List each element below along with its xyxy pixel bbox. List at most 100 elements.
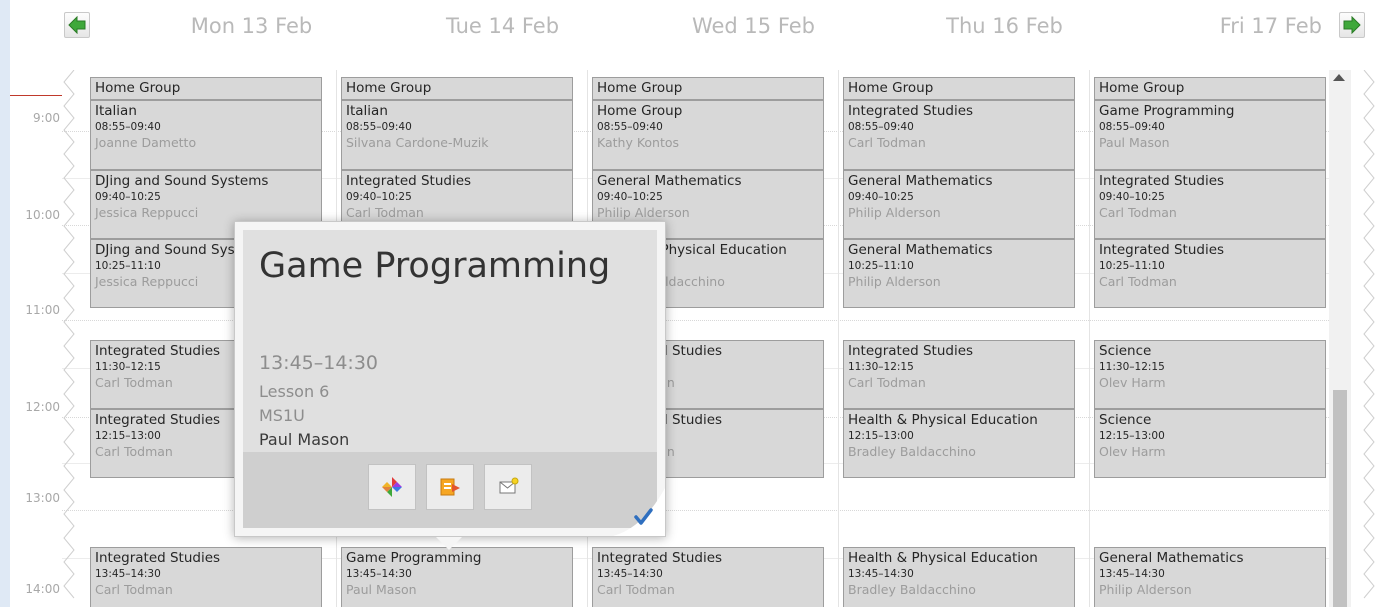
lesson-teacher: Carl Todman <box>597 582 675 597</box>
lesson-teacher: Jessica Reppucci <box>95 205 199 220</box>
left-arrow-icon <box>68 16 86 34</box>
lesson-subject: Game Programming <box>1099 103 1235 119</box>
pinwheel-icon <box>382 477 402 497</box>
lesson-subject: Health & Physical Education <box>848 550 1038 566</box>
lesson-teacher: Paul Mason <box>1099 135 1170 150</box>
hour-label: 10:00 <box>25 208 60 222</box>
lesson-teacher: Carl Todman <box>346 205 424 220</box>
lesson-block[interactable]: Integrated Studies 13:45–14:30 Carl Todman <box>592 547 824 607</box>
lesson-teacher: Silvana Cardone-Muzik <box>346 135 489 150</box>
lesson-block[interactable]: Home Group <box>90 77 322 100</box>
lesson-subject: Home Group <box>346 80 432 96</box>
lesson-teacher: Carl Todman <box>1099 205 1177 220</box>
week-calendar-grid[interactable]: 9:00 10:00 11:00 12:00 13:00 14:00 Home Group… <box>10 70 1381 607</box>
lesson-block[interactable]: Integrated Studies 10:25–11:10 Carl Todman <box>1094 239 1326 308</box>
lesson-subject: Integrated Studies <box>1099 242 1225 258</box>
lesson-teacher: Olev Harm <box>1099 375 1166 390</box>
vertical-scrollbar[interactable] <box>1329 70 1351 607</box>
lesson-teacher: Bradley Baldacchino <box>848 582 976 597</box>
lesson-teacher: Philip Alderson <box>1099 582 1192 597</box>
lesson-block[interactable]: Health & Physical Education 12:15–13:00 Br… <box>843 409 1075 478</box>
lesson-block[interactable]: Game Programming 13:45–14:30 Paul Mason <box>341 547 573 607</box>
lesson-teacher: Philip Alderson <box>848 205 941 220</box>
lesson-time: 13:45–14:30 <box>848 568 914 580</box>
popup-body: Game Programming 13:45–14:30 Lesson 6 MS… <box>243 230 657 528</box>
lesson-subject: Game Programming <box>346 550 482 566</box>
lesson-time: 09:40–10:25 <box>1099 191 1165 203</box>
lesson-teacher: Philip Alderson <box>848 274 941 289</box>
popup-time: 13:45–14:30 <box>259 352 379 374</box>
lesson-block[interactable]: General Mathematics 09:40–10:25 Philip Ald… <box>843 170 1075 239</box>
lesson-subject: General Mathematics <box>848 173 993 189</box>
lesson-block[interactable]: General Mathematics 13:45–14:30 Philip Ald… <box>1094 547 1326 607</box>
lesson-time: 08:55–09:40 <box>346 121 412 133</box>
lesson-block[interactable]: Integrated Studies 11:30–12:15 Carl Todman <box>843 340 1075 409</box>
lesson-block[interactable]: Italian 08:55–09:40 Silvana Cardone-Muzik <box>341 100 573 170</box>
lesson-block[interactable]: Integrated Studies 08:55–09:40 Carl Todman <box>843 100 1075 170</box>
lesson-teacher: Olev Harm <box>1099 444 1166 459</box>
lesson-teacher: Paul Mason <box>346 582 417 597</box>
lesson-time: 10:25–11:10 <box>1099 260 1165 272</box>
left-border-strip <box>0 0 10 607</box>
lesson-block[interactable]: General Mathematics 10:25–11:10 Philip Ald… <box>843 239 1075 308</box>
day-header-tue: Tue 14 Feb <box>445 14 560 38</box>
lesson-teacher: Bradley Baldacchino <box>848 444 976 459</box>
lesson-subject: DJing and Sound Systems <box>95 173 269 189</box>
lesson-block[interactable]: Game Programming 08:55–09:40 Paul Mason <box>1094 100 1326 170</box>
current-time-line <box>10 95 62 96</box>
lesson-teacher: Joanne Dametto <box>95 135 197 150</box>
lesson-time: 11:30–12:15 <box>1099 361 1165 373</box>
lesson-subject: Science <box>1099 412 1152 428</box>
lesson-subject: Health & Physical Education <box>848 412 1038 428</box>
next-week-button[interactable] <box>1339 12 1365 38</box>
lesson-block[interactable]: Home Group <box>341 77 573 100</box>
day-column-divider <box>1089 70 1090 607</box>
lesson-subject: Home Group <box>848 80 934 96</box>
previous-week-button[interactable] <box>64 12 90 38</box>
lesson-subject: Integrated Studies <box>346 173 472 189</box>
hour-label: 14:00 <box>25 582 60 596</box>
lesson-time: 09:40–10:25 <box>848 191 914 203</box>
lesson-time: 08:55–09:40 <box>848 121 914 133</box>
right-zigzag-border <box>1363 70 1375 599</box>
lesson-block[interactable]: Italian 08:55–09:40 Joanne Dametto <box>90 100 322 170</box>
message-action-button[interactable] <box>484 464 532 510</box>
popup-confirm-corner[interactable] <box>613 488 665 536</box>
export-action-button[interactable] <box>426 464 474 510</box>
lesson-subject: Home Group <box>95 80 181 96</box>
lesson-block[interactable]: Health & Physical Education 13:45–14:30 Br… <box>843 547 1075 607</box>
lesson-time: 09:40–10:25 <box>95 191 161 203</box>
lesson-block[interactable]: Science 11:30–12:15 Olev Harm <box>1094 340 1326 409</box>
lesson-block[interactable]: Science 12:15–13:00 Olev Harm <box>1094 409 1326 478</box>
lesson-subject: Science <box>1099 343 1152 359</box>
lesson-block[interactable]: Home Group 08:55–09:40 Kathy Kontos <box>592 100 824 170</box>
hour-label: 13:00 <box>25 491 60 505</box>
lesson-block[interactable]: Home Group <box>592 77 824 100</box>
scroll-up-arrow-icon[interactable] <box>1333 74 1345 81</box>
lesson-subject: General Mathematics <box>848 242 993 258</box>
lesson-teacher: Kathy Kontos <box>597 135 680 150</box>
lesson-time: 08:55–09:40 <box>597 121 663 133</box>
pinwheel-action-button[interactable] <box>368 464 416 510</box>
document-export-icon <box>440 478 460 496</box>
lesson-subject: General Mathematics <box>1099 550 1244 566</box>
lesson-subject: Integrated Studies <box>848 103 974 119</box>
lesson-subject: Home Group <box>597 80 683 96</box>
left-zigzag-border <box>63 70 75 599</box>
popup-action-bar <box>243 452 657 528</box>
scroll-thumb[interactable] <box>1333 390 1347 607</box>
popup-pointer <box>436 537 462 550</box>
lesson-time: 12:15–13:00 <box>1099 430 1165 442</box>
lesson-block[interactable]: Integrated Studies 13:45–14:30 Carl Todman <box>90 547 322 607</box>
lesson-block[interactable]: Home Group <box>843 77 1075 100</box>
lesson-subject: Home Group <box>1099 80 1185 96</box>
lesson-teacher: Carl Todman <box>95 582 173 597</box>
lesson-block[interactable]: Integrated Studies 09:40–10:25 Carl Todman <box>1094 170 1326 239</box>
popup-teacher: Paul Mason <box>259 430 350 449</box>
lesson-subject: Italian <box>95 103 137 119</box>
lesson-subject: Home Group <box>597 103 683 119</box>
lesson-block[interactable]: Home Group <box>1094 77 1326 100</box>
lesson-time: 08:55–09:40 <box>1099 121 1165 133</box>
lesson-time: 08:55–09:40 <box>95 121 161 133</box>
hour-label: 12:00 <box>25 400 60 414</box>
